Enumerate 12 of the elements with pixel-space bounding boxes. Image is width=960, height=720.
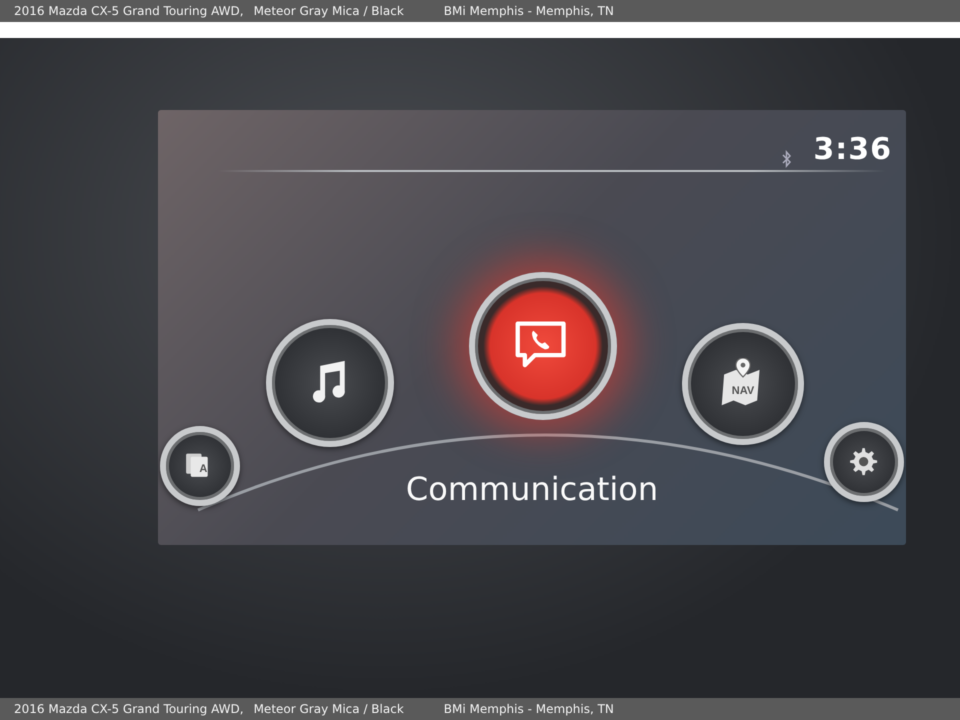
dealer-text: BMi Memphis - Memphis, TN <box>444 702 614 716</box>
apps-button[interactable]: A <box>160 426 240 506</box>
selected-item-caption: Communication <box>406 470 658 508</box>
color-text: Meteor Gray Mica / Black <box>254 4 404 18</box>
vehicle-text: 2016 Mazda CX-5 Grand Touring AWD, <box>14 4 244 18</box>
dealer-text: BMi Memphis - Memphis, TN <box>444 4 614 18</box>
bluetooth-icon <box>782 150 792 168</box>
navigation-button[interactable]: NAV <box>682 323 804 445</box>
clock-time: 3:36 <box>813 132 892 167</box>
vehicle-text: 2016 Mazda CX-5 Grand Touring AWD, <box>14 702 244 716</box>
settings-button[interactable] <box>824 422 904 502</box>
color-text: Meteor Gray Mica / Black <box>254 702 404 716</box>
